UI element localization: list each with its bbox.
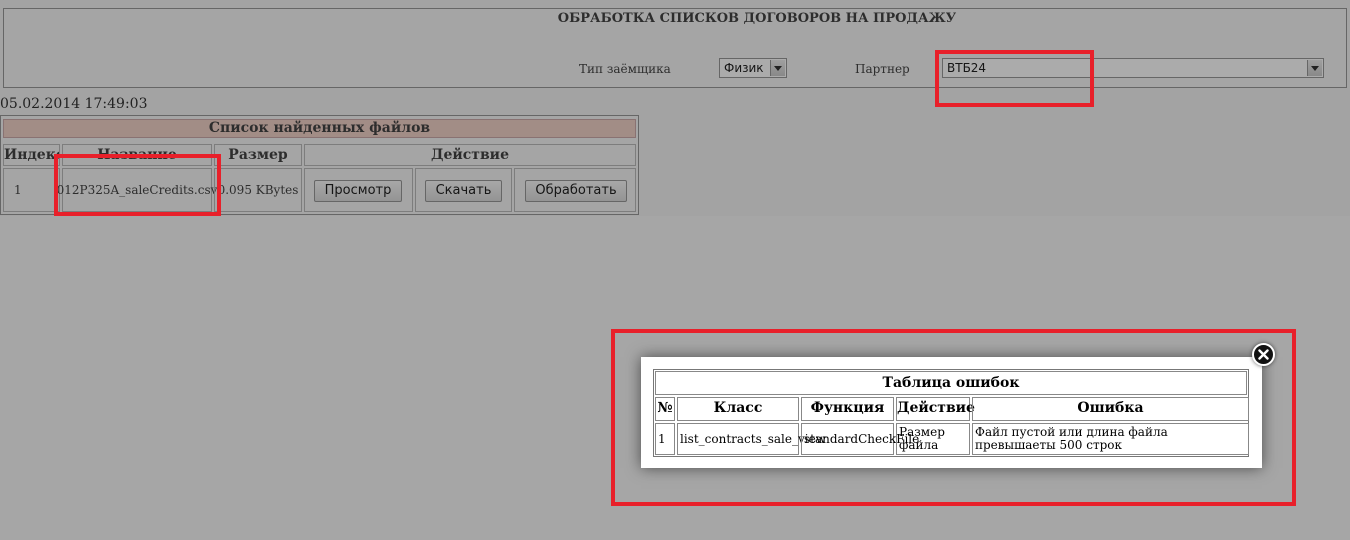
- error-num: 1: [655, 423, 675, 455]
- error-column-action: Действие: [896, 397, 975, 421]
- error-action: Размер файла: [896, 423, 970, 455]
- error-table: Таблица ошибок № Класс Функция Действие …: [653, 369, 1249, 457]
- error-column-function: Функция: [801, 397, 894, 421]
- error-column-error: Ошибка: [972, 397, 1249, 421]
- error-column-num: №: [655, 397, 675, 421]
- close-modal-button[interactable]: [1252, 343, 1275, 366]
- overlay-dim: [0, 0, 1350, 216]
- error-message: Файл пустой или длина файла превышаеты 5…: [972, 423, 1249, 455]
- error-column-class: Класс: [677, 397, 799, 421]
- error-class: list_contracts_sale_view: [677, 423, 826, 455]
- error-modal: Таблица ошибок № Класс Функция Действие …: [641, 357, 1262, 468]
- close-icon: [1258, 349, 1269, 360]
- error-table-title: Таблица ошибок: [655, 371, 1247, 395]
- error-function: standardCheckFile: [801, 423, 919, 455]
